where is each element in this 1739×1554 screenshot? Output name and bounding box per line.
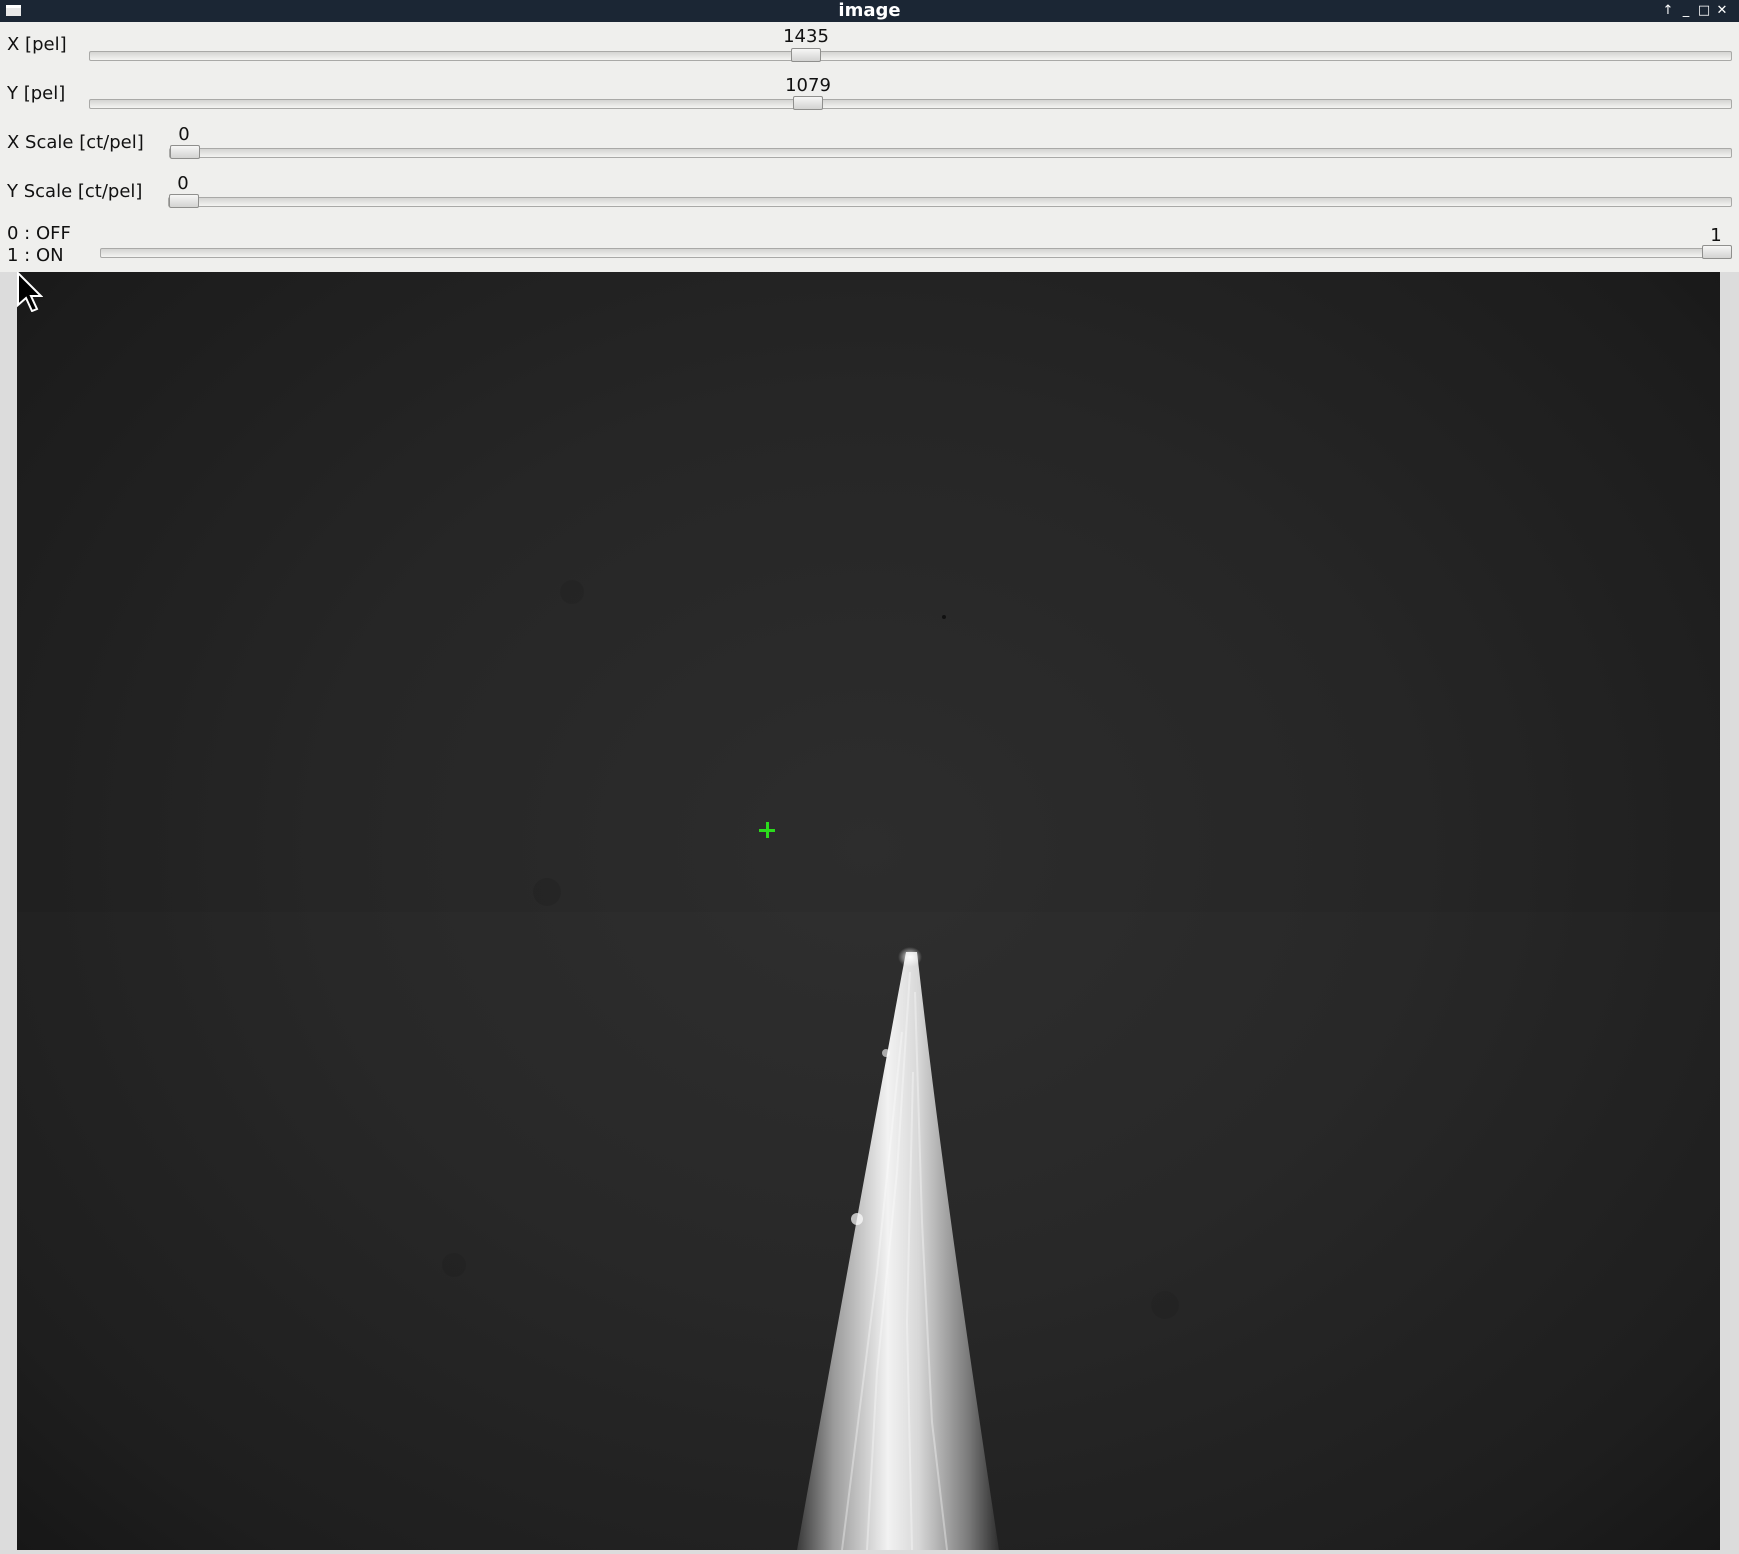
dust-spot [442,1253,466,1277]
toggle-on-label: 1 : ON [7,245,64,266]
y-scale-label: Y Scale [ct/pel] [7,181,143,202]
toggle-off-label: 0 : OFF [7,223,71,244]
dust-spot [533,878,561,906]
reflection-spot [851,1213,863,1225]
toggle-slider-handle[interactable] [1702,245,1732,259]
reflection-spot [882,1049,890,1057]
x-scale-slider[interactable] [169,145,1732,159]
image-frame [0,272,1739,1554]
minimize-button[interactable]: _ [1678,2,1694,20]
control-panel: X [pel] 1435 Y [pel] 1079 X Scale [ct/pe… [0,22,1739,272]
y-slider-handle[interactable] [793,96,823,110]
x-scale-slider-handle[interactable] [170,145,200,159]
y-slider[interactable] [89,96,1732,110]
mouse-pointer-icon [17,272,43,312]
raise-window-button[interactable]: ↑ [1660,2,1676,20]
toggle-slider[interactable] [100,245,1732,259]
y-label: Y [pel] [7,83,66,104]
y-scale-value: 0 [177,173,189,194]
x-value: 1435 [783,26,829,47]
x-slider-handle[interactable] [791,48,821,62]
x-scale-label: X Scale [ct/pel] [7,132,144,153]
crosshair-icon [759,822,775,838]
dust-spot [560,580,584,604]
window-title: image [838,0,901,21]
camera-image[interactable] [17,272,1720,1550]
dust-spot [942,615,946,619]
dust-spot [1151,1291,1179,1319]
title-bar[interactable]: image ↑ _ □ ✕ [0,0,1739,22]
y-scale-slider[interactable] [168,194,1732,208]
needle-tip [442,580,1179,1550]
x-slider[interactable] [89,48,1732,62]
x-label: X [pel] [7,34,67,55]
x-scale-value: 0 [178,124,190,145]
needle-tip-glow [898,947,922,967]
close-button[interactable]: ✕ [1714,2,1730,20]
needle-body [797,952,999,1550]
y-value: 1079 [785,75,831,96]
maximize-button[interactable]: □ [1696,2,1712,20]
toggle-value: 1 [1710,225,1722,246]
y-scale-slider-handle[interactable] [169,194,199,208]
app-window: image ↑ _ □ ✕ X [pel] 1435 Y [pel] 1079 … [0,0,1739,1554]
